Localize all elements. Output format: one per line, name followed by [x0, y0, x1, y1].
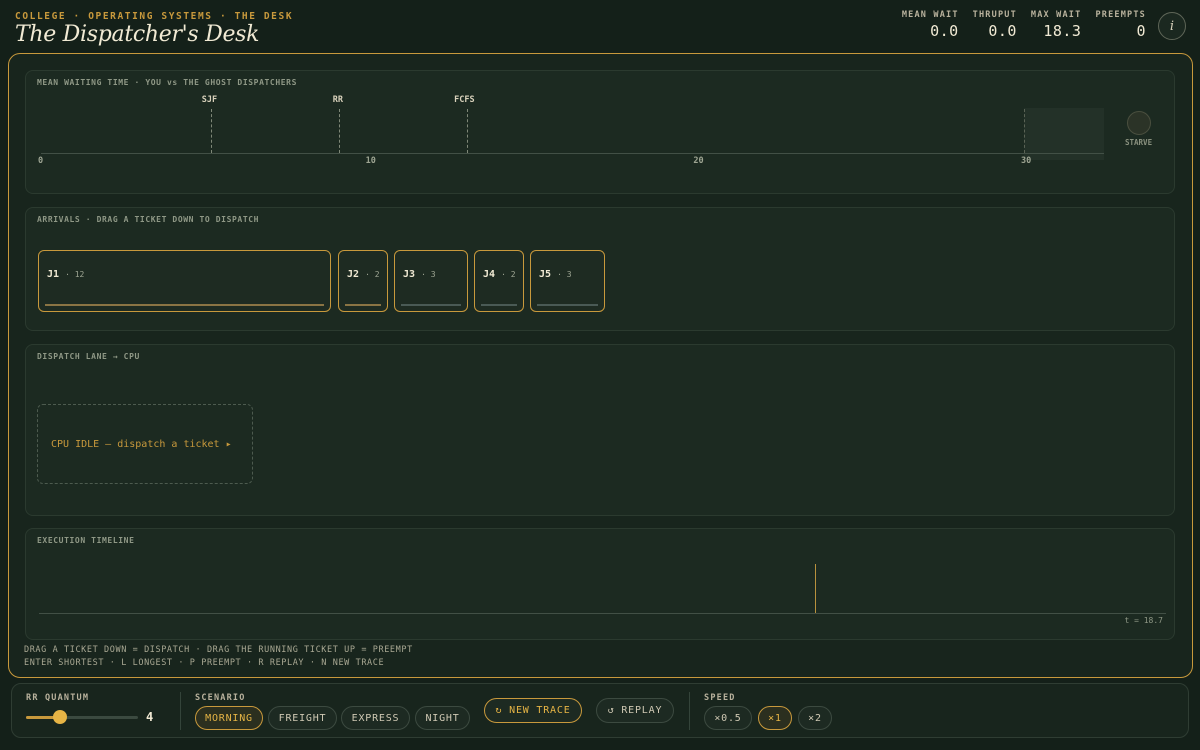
- speed-half[interactable]: ×0.5: [704, 706, 752, 730]
- header: COLLEGE · OPERATING SYSTEMS · THE DESK T…: [0, 0, 1200, 52]
- scenario-label: SCENARIO: [195, 693, 246, 703]
- stats-bar: MEAN WAIT 0.0 THRUPUT 0.0 MAX WAIT 18.3 …: [888, 10, 1146, 40]
- panel-label: MEAN WAITING TIME · YOU vs THE GHOST DIS…: [37, 78, 297, 87]
- ticket-progress: [481, 304, 517, 306]
- ghost-label: RR: [332, 95, 344, 105]
- slider-thumb[interactable]: [52, 710, 67, 724]
- ticket-burst: 2: [510, 270, 516, 279]
- ticket-id: J3: [403, 269, 416, 280]
- ticket-j4[interactable]: J4 · 2: [474, 250, 524, 312]
- ticket-progress: [537, 304, 598, 306]
- timeline-cursor: [815, 564, 816, 614]
- hint-line: ENTER SHORTEST · L LONGEST · P PREEMPT ·…: [24, 658, 385, 668]
- ticket-burst: 3: [566, 270, 572, 279]
- ticket-burst: 12: [74, 270, 85, 279]
- stat-label: MAX WAIT: [1030, 10, 1082, 20]
- stat-throughput: THRUPUT 0.0: [973, 10, 1017, 40]
- ticket-j1[interactable]: J1 · 12: [38, 250, 331, 312]
- ticket-j3[interactable]: J3 · 3: [394, 250, 468, 312]
- ticket-progress: [345, 304, 381, 306]
- ticket-progress: [401, 304, 461, 306]
- hint-line: DRAG A TICKET DOWN = DISPATCH · DRAG THE…: [24, 645, 413, 655]
- page-title: The Dispatcher's Desk: [15, 22, 260, 47]
- timeline-time: t = 18.7: [1124, 616, 1163, 625]
- stat-value: 0.0: [930, 22, 959, 40]
- ghost-marker-rr: [339, 109, 341, 153]
- ticket-burst: 3: [430, 270, 436, 279]
- stat-max-wait: MAX WAIT 18.3: [1031, 10, 1082, 40]
- dispatcher-desk: MEAN WAITING TIME · YOU vs THE GHOST DIS…: [8, 53, 1193, 678]
- stat-label: THRUPUT: [972, 10, 1017, 20]
- quantum-slider[interactable]: [26, 716, 138, 719]
- starve-label: STARVE: [1125, 138, 1153, 147]
- scenario-express[interactable]: EXPRESS: [341, 706, 410, 730]
- replay-button[interactable]: ↺ REPLAY: [596, 698, 674, 723]
- scenario-freight[interactable]: FREIGHT: [268, 706, 337, 730]
- stat-preempts: PREEMPTS 0: [1095, 10, 1146, 40]
- dispatch-lane-panel[interactable]: DISPATCH LANE → CPU CPU IDLE — dispatch …: [25, 344, 1175, 516]
- quantum-label: RR QUANTUM: [26, 693, 90, 703]
- ghost-label: SJF: [201, 95, 218, 105]
- mean-wait-panel: MEAN WAITING TIME · YOU vs THE GHOST DIS…: [25, 70, 1175, 194]
- ghost-label: FCFS: [454, 95, 475, 105]
- cpu-drop-zone[interactable]: CPU IDLE — dispatch a ticket ▸: [37, 404, 253, 484]
- ticket-id: J4: [483, 269, 496, 280]
- axis-tick-label: 20: [693, 156, 704, 166]
- info-icon[interactable]: i: [1158, 12, 1186, 40]
- stat-value: 0: [1136, 22, 1146, 40]
- axis-tick-label: 30: [1021, 156, 1032, 166]
- scenario-night[interactable]: NIGHT: [415, 706, 470, 730]
- ticket-progress: [45, 304, 324, 306]
- stat-label: MEAN WAIT: [901, 10, 959, 20]
- panel-label: DISPATCH LANE → CPU: [37, 352, 140, 361]
- axis-tick-label: 0: [38, 156, 44, 166]
- mean-wait-axis: [41, 153, 1104, 154]
- stat-value: 0.0: [988, 22, 1017, 40]
- new-trace-button[interactable]: ↻ NEW TRACE: [484, 698, 582, 723]
- starve-indicator: [1127, 111, 1151, 135]
- speed-double[interactable]: ×2: [798, 706, 832, 730]
- stat-mean-wait: MEAN WAIT 0.0: [902, 10, 959, 40]
- axis-tick-label: 10: [365, 156, 376, 166]
- scenario-morning[interactable]: MORNING: [195, 706, 263, 730]
- ticket-id: J5: [539, 269, 552, 280]
- keyboard-hints: DRAG A TICKET DOWN = DISPATCH · DRAG THE…: [24, 644, 413, 670]
- stat-label: PREEMPTS: [1095, 10, 1146, 20]
- breadcrumb: COLLEGE · OPERATING SYSTEMS · THE DESK: [15, 11, 294, 22]
- ghost-marker-sjf: [211, 109, 213, 153]
- speed-normal[interactable]: ×1: [758, 706, 792, 730]
- ticket-burst: 2: [374, 270, 380, 279]
- ticket-id: J1: [47, 269, 60, 280]
- starve-threshold-line: [1024, 109, 1025, 153]
- ticket-j5[interactable]: J5 · 3: [530, 250, 605, 312]
- timeline-axis: [39, 613, 1166, 614]
- execution-timeline-panel: EXECUTION TIMELINE t = 18.7: [25, 528, 1175, 640]
- ticket-id: J2: [347, 269, 360, 280]
- divider: [180, 692, 181, 730]
- arrivals-panel: ARRIVALS · DRAG A TICKET DOWN TO DISPATC…: [25, 207, 1175, 331]
- panel-label: ARRIVALS · DRAG A TICKET DOWN TO DISPATC…: [37, 215, 260, 224]
- stat-value: 18.3: [1043, 22, 1082, 40]
- divider: [689, 692, 690, 730]
- ticket-j2[interactable]: J2 · 2: [338, 250, 388, 312]
- speed-label: SPEED: [704, 693, 736, 703]
- panel-label: EXECUTION TIMELINE: [37, 536, 135, 545]
- quantum-value: 4: [146, 710, 154, 724]
- control-bar: RR QUANTUM 4 SCENARIO MORNING FREIGHT EX…: [11, 683, 1189, 738]
- ghost-marker-fcfs: [466, 109, 468, 153]
